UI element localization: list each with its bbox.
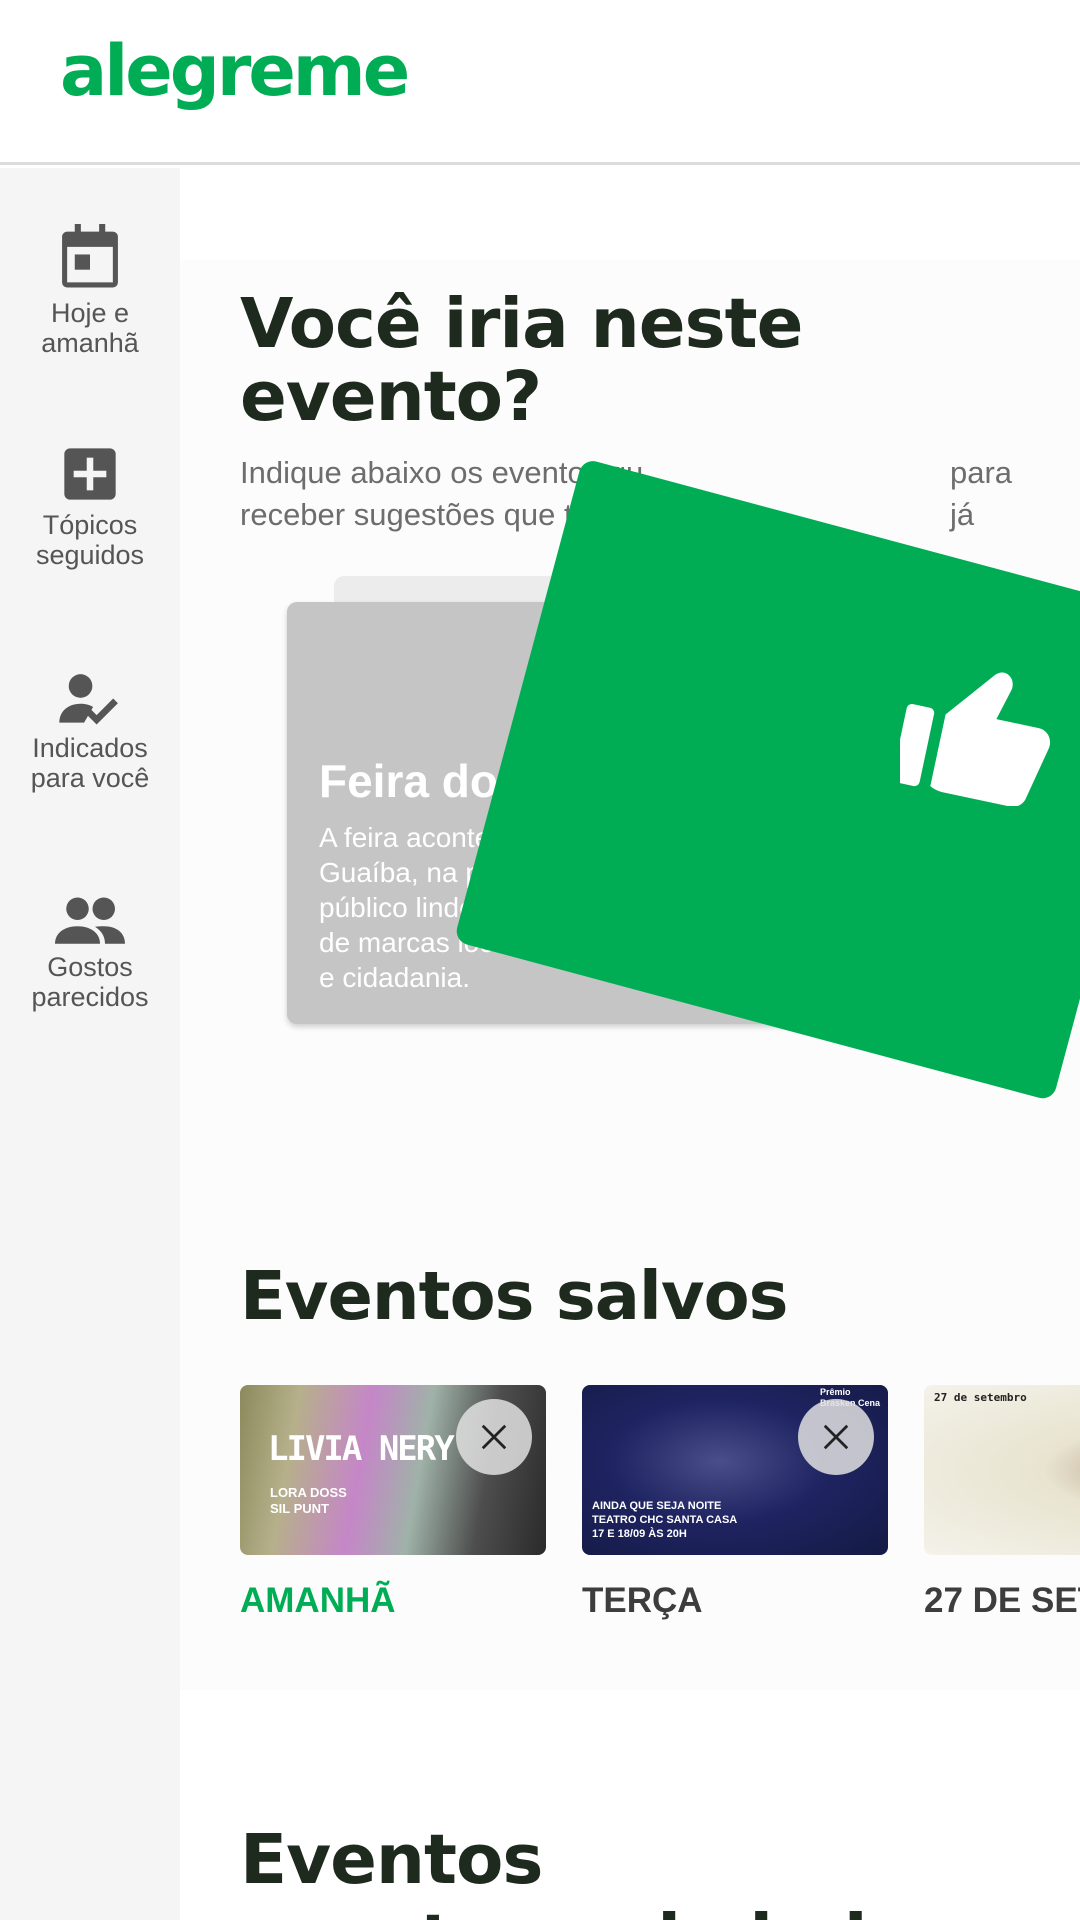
close-icon bbox=[823, 1424, 849, 1450]
add-box-icon bbox=[64, 448, 116, 500]
poster-text: 17 E 18/09 ÀS 20H bbox=[592, 1528, 687, 1540]
saved-event-card[interactable]: AINDA QUE SEJA NOITE TEATRO CHC SANTA CA… bbox=[582, 1385, 888, 1621]
saved-events-title: Eventos salvos bbox=[240, 1257, 788, 1335]
poster-subtitle: SIL PUNT bbox=[270, 1501, 329, 1516]
sidebar-item-recommended[interactable]: Indicados para você bbox=[0, 673, 180, 833]
sidebar-item-similar-tastes[interactable]: Gostos parecidos bbox=[0, 896, 180, 1056]
saved-event-card[interactable]: 27 de setembro 27 DE SET bbox=[924, 1385, 1080, 1621]
app-header: alegreme bbox=[0, 0, 1080, 165]
main-content: Você iria neste evento? Indique abaixo o… bbox=[180, 168, 1080, 1920]
sidebar-item-today-tomorrow[interactable]: Hoje e amanhã bbox=[0, 224, 180, 384]
poster-text: AINDA QUE SEJA NOITE bbox=[592, 1500, 722, 1512]
person-check-icon bbox=[59, 674, 118, 725]
suggest-title: Você iria neste evento? bbox=[240, 284, 803, 437]
event-date-label: AMANHÃ bbox=[240, 1581, 396, 1620]
event-poster-image[interactable]: 27 de setembro bbox=[924, 1385, 1080, 1555]
sidebar-item-followed-topics[interactable]: Tópicos seguidos bbox=[0, 446, 180, 606]
saved-event-card[interactable]: LIVIA NERY LORA DOSS SIL PUNT AMANHÃ bbox=[240, 1385, 546, 1621]
remove-saved-event-button[interactable] bbox=[798, 1399, 874, 1475]
suggest-title-line2: evento? bbox=[240, 357, 542, 437]
event-poster-image[interactable]: AINDA QUE SEJA NOITE TEATRO CHC SANTA CA… bbox=[582, 1385, 888, 1555]
poster-subtitle: LORA DOSS bbox=[270, 1485, 347, 1500]
event-date-label: 27 DE SET bbox=[924, 1581, 1080, 1620]
poster-text: 27 de setembro bbox=[934, 1391, 1027, 1404]
close-icon bbox=[481, 1424, 507, 1450]
thumbs-up-icon bbox=[892, 658, 1060, 811]
sidebar-item-label: Tópicos seguidos bbox=[35, 510, 145, 570]
happening-title-line2: acontecendo hoje e bbox=[240, 1900, 982, 1920]
event-poster-image[interactable]: LIVIA NERY LORA DOSS SIL PUNT bbox=[240, 1385, 546, 1555]
subtitle-text-part2: para já bbox=[950, 455, 1013, 532]
remove-saved-event-button[interactable] bbox=[456, 1399, 532, 1475]
happening-title-line1: Eventos bbox=[240, 1820, 544, 1900]
poster-text: TEATRO CHC SANTA CASA bbox=[592, 1514, 738, 1526]
people-icon bbox=[55, 897, 125, 944]
poster-title: LIVIA NERY bbox=[268, 1429, 455, 1469]
app-logo[interactable]: alegreme bbox=[60, 30, 410, 112]
event-date-label: TERÇA bbox=[582, 1581, 703, 1620]
calendar-icon bbox=[62, 224, 118, 288]
sidebar: Hoje e amanhã Tópicos seguidos Indicados… bbox=[0, 168, 180, 1920]
happening-section-title: Eventos acontecendo hoje e bbox=[240, 1820, 982, 1920]
sidebar-item-label: Gostos parecidos bbox=[31, 952, 149, 1012]
sidebar-item-label: Hoje e amanhã bbox=[41, 298, 139, 358]
suggest-title-line1: Você iria neste bbox=[240, 284, 803, 364]
sidebar-item-label: Indicados para você bbox=[30, 733, 150, 793]
